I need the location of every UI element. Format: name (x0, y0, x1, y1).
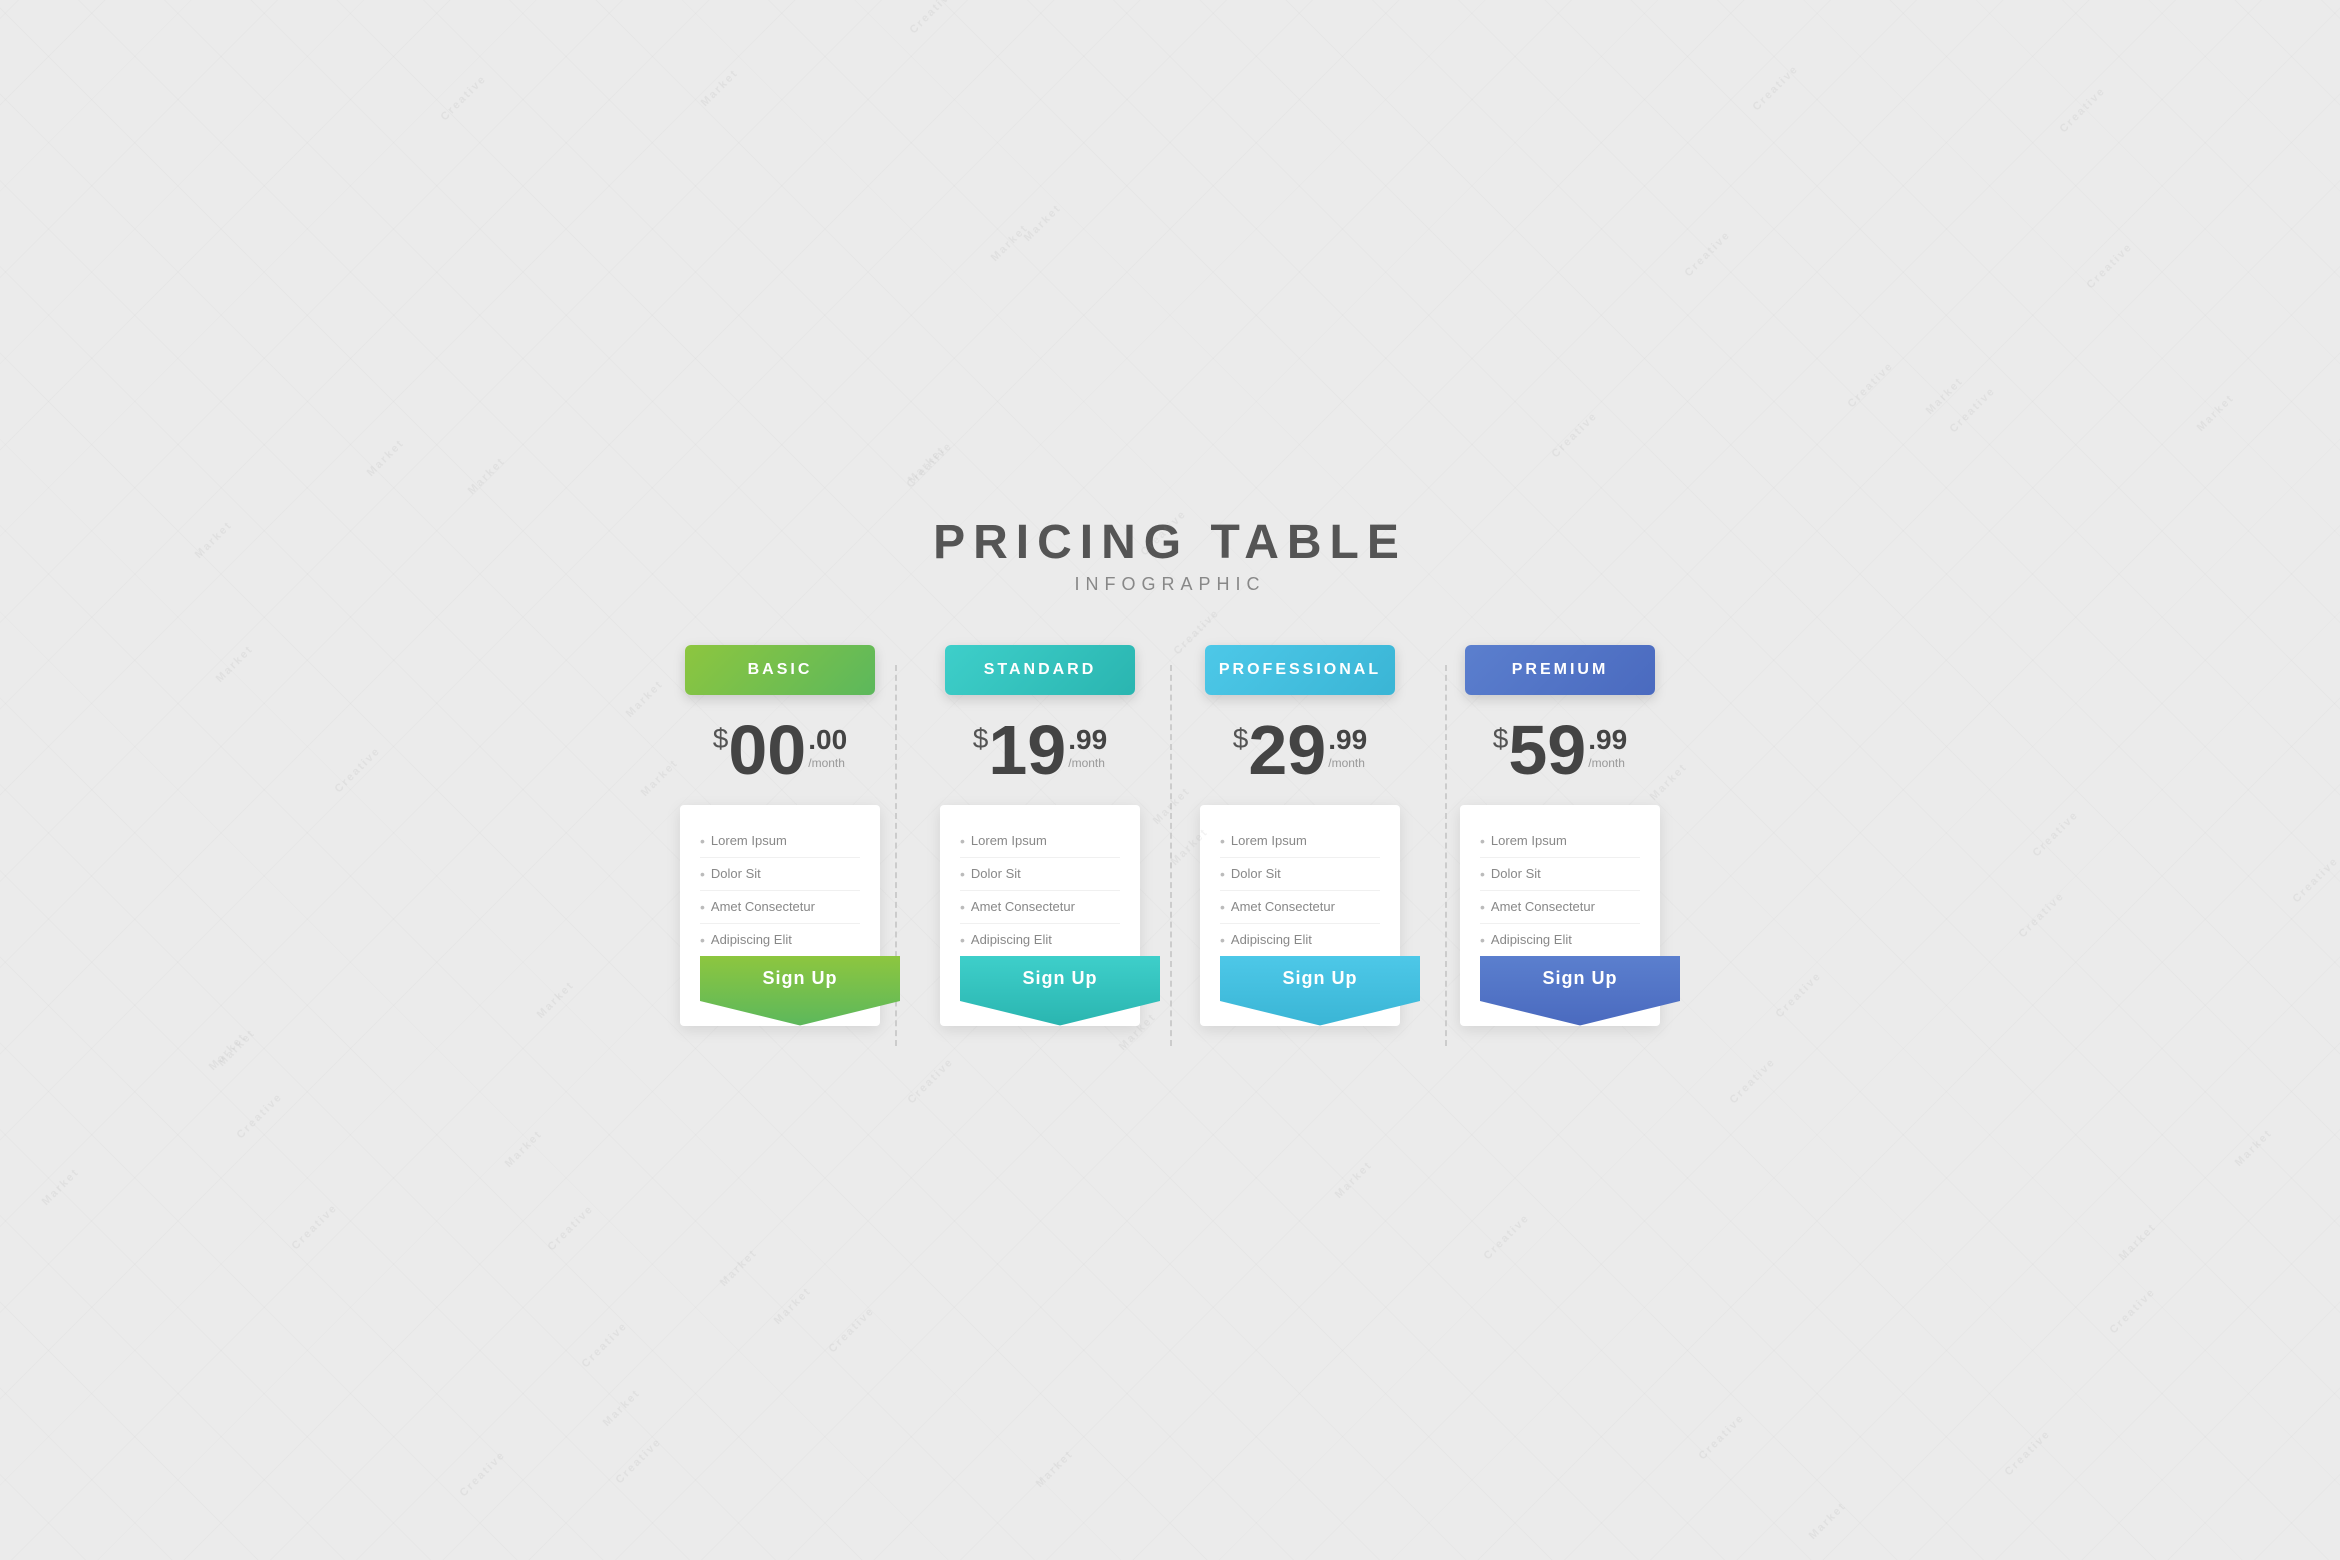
page-title: PRICING TABLE (620, 515, 1720, 570)
price-main-professional: 29 (1248, 715, 1326, 785)
list-item: Adipiscing Elit (700, 924, 860, 956)
list-item: Amet Consectetur (1220, 891, 1380, 924)
price-main-standard: 19 (988, 715, 1066, 785)
price-main-basic: 00 (728, 715, 806, 785)
price-decimal-container-basic: .00 /month (808, 723, 847, 771)
price-decimal-container-standard: .99 /month (1068, 723, 1107, 771)
plan-card-professional: Lorem IpsumDolor SitAmet ConsecteturAdip… (1200, 805, 1400, 1026)
list-item: Amet Consectetur (960, 891, 1120, 924)
price-dollar-standard: $ (973, 723, 989, 755)
plan-price-professional: $ 29 .99 /month (1233, 715, 1367, 785)
price-main-premium: 59 (1508, 715, 1586, 785)
signup-button-standard[interactable]: Sign Up (960, 956, 1160, 1026)
plan-name-basic: BASIC (685, 645, 875, 695)
price-period-standard: /month (1068, 756, 1107, 770)
plan-name-professional: PROFESSIONAL (1205, 645, 1395, 695)
list-item: Dolor Sit (700, 858, 860, 891)
list-item: Amet Consectetur (1480, 891, 1640, 924)
plans-container: BASIC $ 00 .00 /month Lorem IpsumDolor S… (620, 645, 1720, 1046)
signup-button-professional[interactable]: Sign Up (1220, 956, 1420, 1026)
price-dollar-basic: $ (713, 723, 729, 755)
price-period-premium: /month (1588, 756, 1627, 770)
price-decimal-standard: .99 (1068, 723, 1107, 757)
list-item: Lorem Ipsum (1220, 825, 1380, 858)
plan-price-standard: $ 19 .99 /month (973, 715, 1107, 785)
page-header: PRICING TABLE INFOGRAPHIC (620, 515, 1720, 595)
price-decimal-container-professional: .99 /month (1328, 723, 1367, 771)
plan-card-basic: Lorem IpsumDolor SitAmet ConsecteturAdip… (680, 805, 880, 1026)
page-container: PRICING TABLE INFOGRAPHIC BASIC $ 00 .00… (620, 515, 1720, 1046)
price-dollar-premium: $ (1493, 723, 1509, 755)
list-item: Dolor Sit (960, 858, 1120, 891)
price-decimal-basic: .00 (808, 723, 847, 757)
plan-card-standard: Lorem IpsumDolor SitAmet ConsecteturAdip… (940, 805, 1140, 1026)
list-item: Adipiscing Elit (1480, 924, 1640, 956)
plan-price-basic: $ 00 .00 /month (713, 715, 847, 785)
features-list-basic: Lorem IpsumDolor SitAmet ConsecteturAdip… (700, 825, 860, 956)
plan-card-premium: Lorem IpsumDolor SitAmet ConsecteturAdip… (1460, 805, 1660, 1026)
plan-price-premium: $ 59 .99 /month (1493, 715, 1627, 785)
list-item: Adipiscing Elit (1220, 924, 1380, 956)
price-decimal-professional: .99 (1328, 723, 1367, 757)
list-item: Lorem Ipsum (1480, 825, 1640, 858)
price-dollar-professional: $ (1233, 723, 1249, 755)
plan-standard: STANDARD $ 19 .99 /month Lorem IpsumDolo… (910, 645, 1170, 1046)
features-list-standard: Lorem IpsumDolor SitAmet ConsecteturAdip… (960, 825, 1120, 956)
plan-name-premium: PREMIUM (1465, 645, 1655, 695)
list-item: Adipiscing Elit (960, 924, 1120, 956)
price-decimal-premium: .99 (1588, 723, 1627, 757)
signup-button-basic[interactable]: Sign Up (700, 956, 900, 1026)
list-item: Dolor Sit (1220, 858, 1380, 891)
list-item: Lorem Ipsum (700, 825, 860, 858)
page-subtitle: INFOGRAPHIC (620, 574, 1720, 595)
plan-name-standard: STANDARD (945, 645, 1135, 695)
list-item: Amet Consectetur (700, 891, 860, 924)
features-list-professional: Lorem IpsumDolor SitAmet ConsecteturAdip… (1220, 825, 1380, 956)
price-decimal-container-premium: .99 /month (1588, 723, 1627, 771)
plan-professional: PROFESSIONAL $ 29 .99 /month Lorem Ipsum… (1170, 645, 1430, 1046)
list-item: Dolor Sit (1480, 858, 1640, 891)
features-list-premium: Lorem IpsumDolor SitAmet ConsecteturAdip… (1480, 825, 1640, 956)
price-period-basic: /month (808, 756, 847, 770)
plan-premium: PREMIUM $ 59 .99 /month Lorem IpsumDolor… (1430, 645, 1690, 1046)
plan-basic: BASIC $ 00 .00 /month Lorem IpsumDolor S… (650, 645, 910, 1046)
list-item: Lorem Ipsum (960, 825, 1120, 858)
price-period-professional: /month (1328, 756, 1367, 770)
signup-button-premium[interactable]: Sign Up (1480, 956, 1680, 1026)
